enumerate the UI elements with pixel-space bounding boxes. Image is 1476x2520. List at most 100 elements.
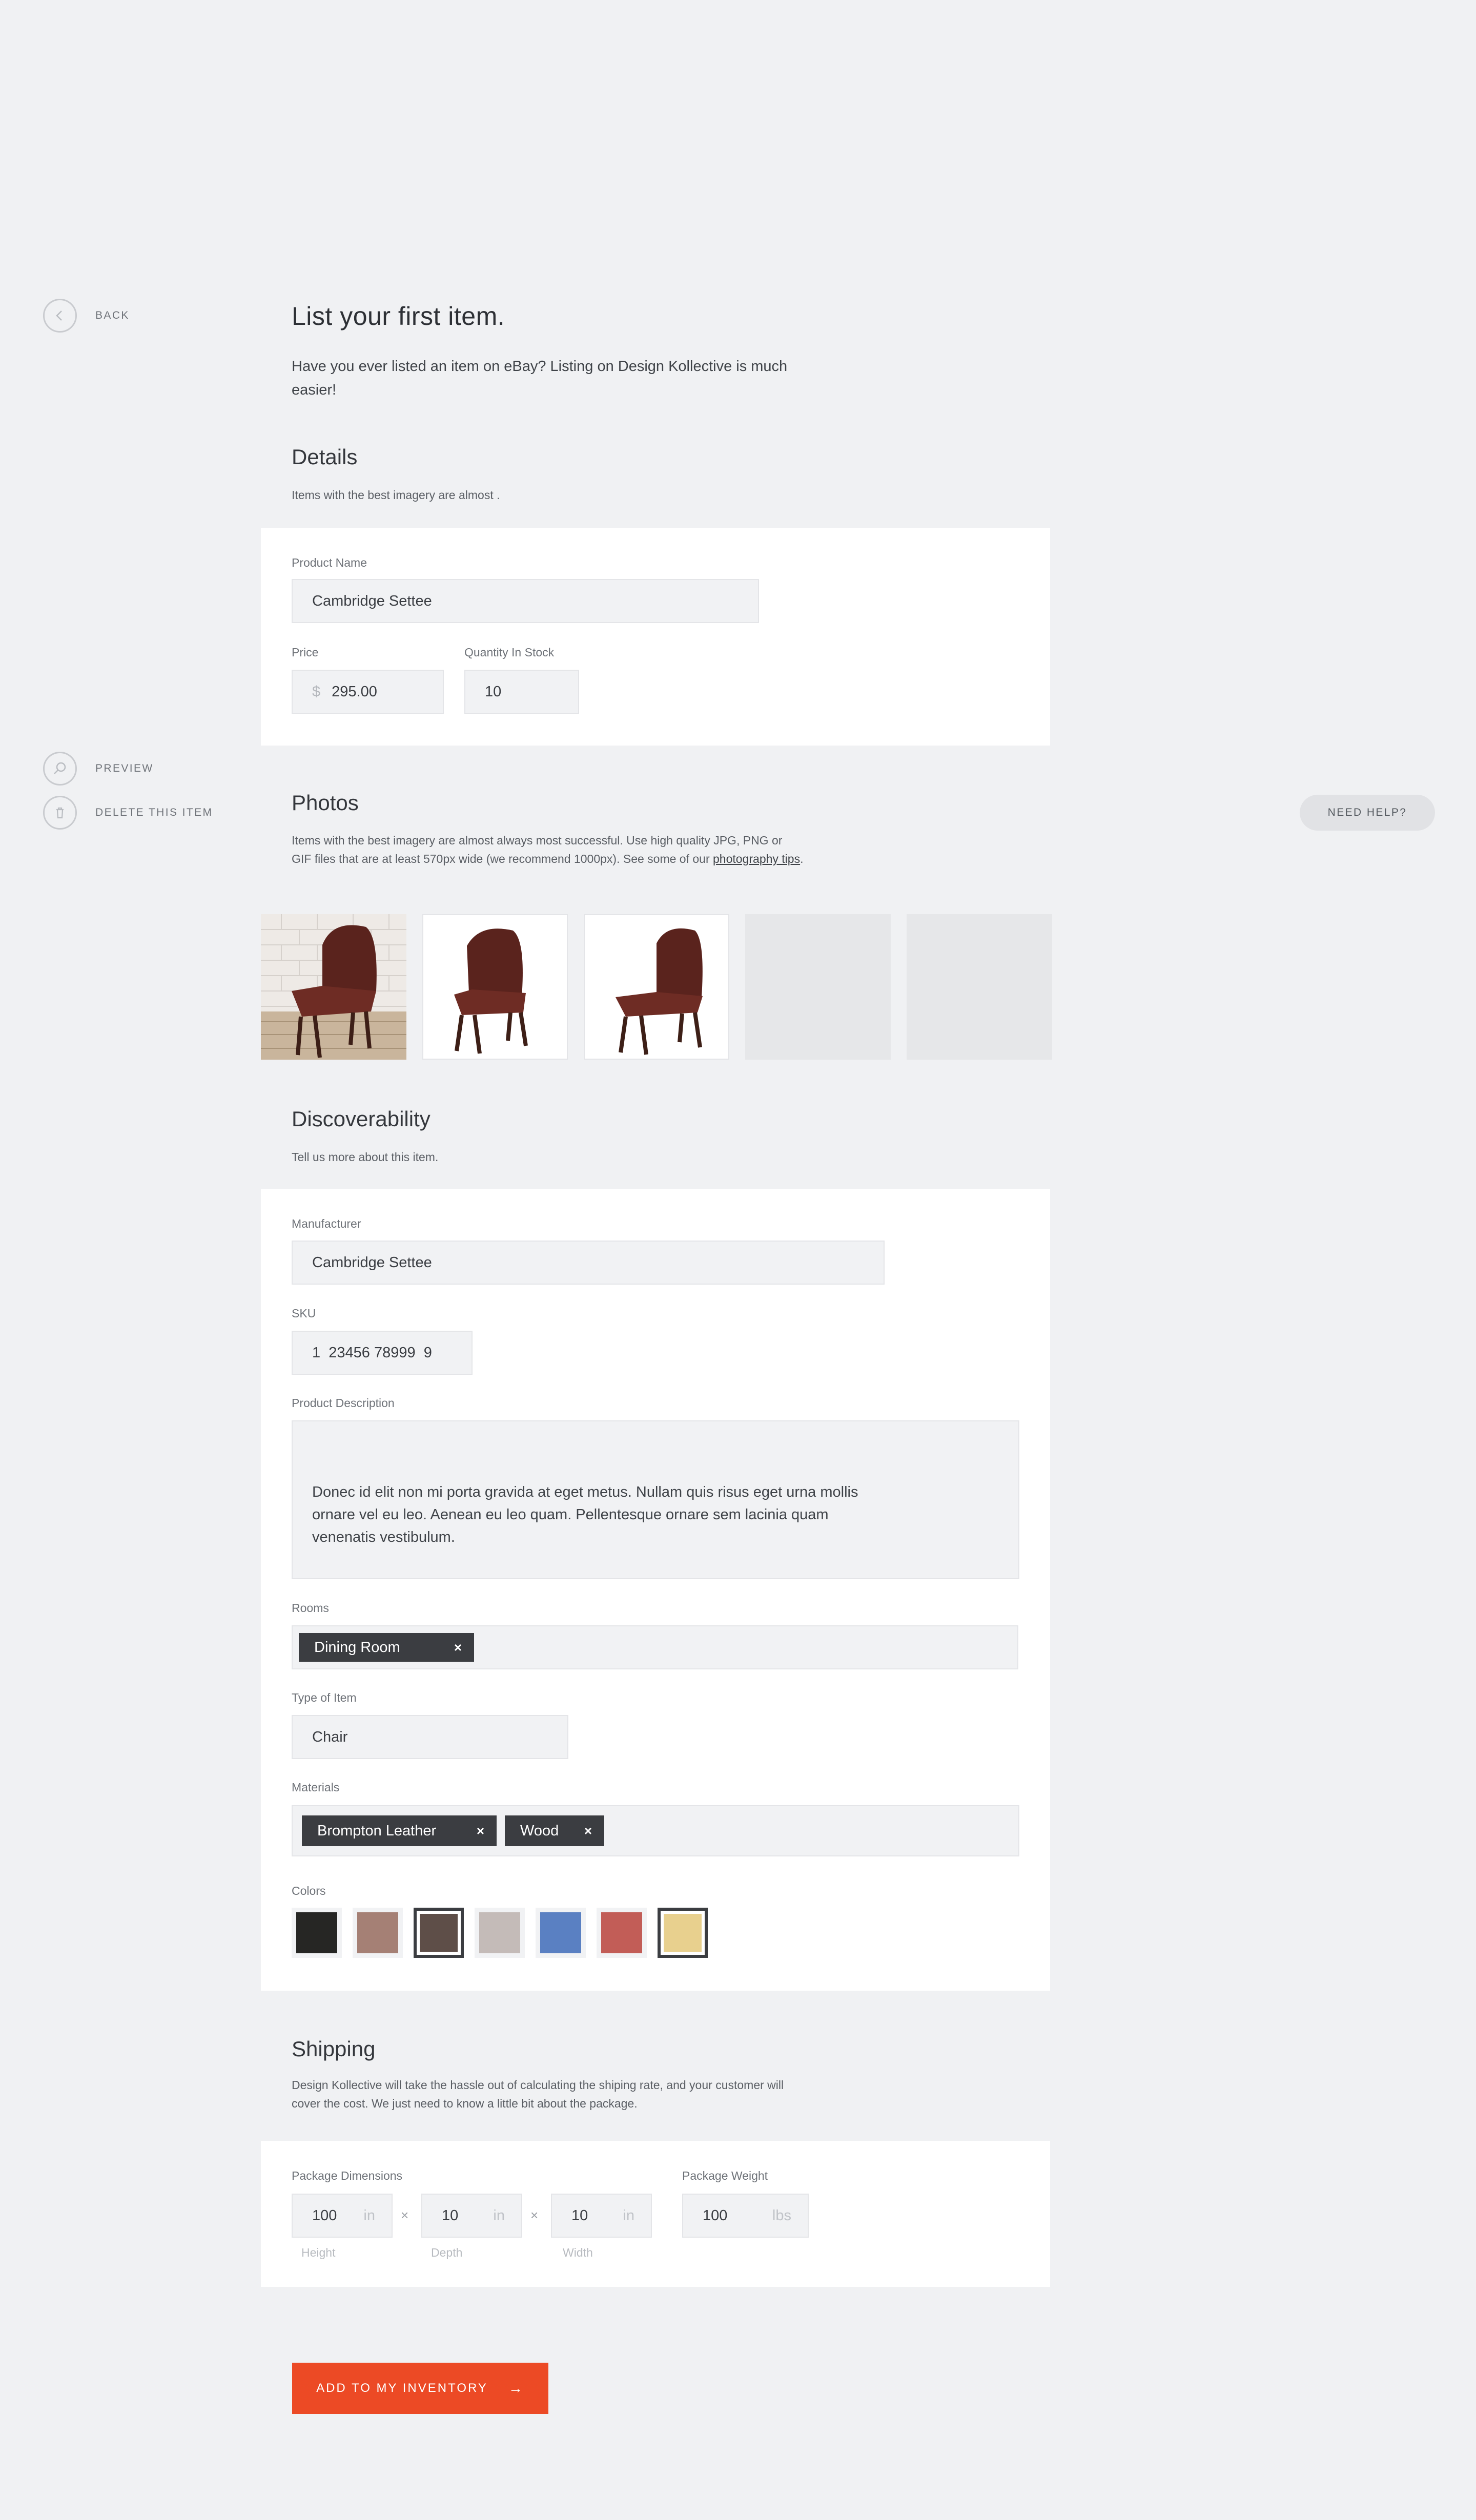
type-value: Chair bbox=[312, 1728, 348, 1745]
photo-thumb-3[interactable] bbox=[584, 914, 729, 1060]
remove-tag-icon[interactable]: × bbox=[572, 1823, 604, 1839]
colors-label: Colors bbox=[292, 1884, 326, 1897]
color-swatch[interactable] bbox=[475, 1908, 525, 1958]
preview-label: PREVIEW bbox=[95, 762, 154, 774]
photos-subtitle-end: . bbox=[800, 852, 804, 865]
manufacturer-label: Manufacturer bbox=[292, 1217, 361, 1230]
color-swatch[interactable] bbox=[353, 1908, 403, 1958]
color-swatch-fill bbox=[479, 1912, 520, 1953]
discoverability-panel: Manufacturer Cambridge Settee SKU 1 2345… bbox=[261, 1189, 1050, 1991]
details-subtitle: Items with the best imagery are almost . bbox=[292, 488, 500, 502]
delete-link[interactable]: DELETE THIS ITEM bbox=[43, 796, 213, 830]
type-input[interactable]: Chair bbox=[292, 1715, 568, 1759]
materials-tag-input[interactable]: Brompton Leather × Wood × bbox=[292, 1805, 1019, 1856]
description-label: Product Description bbox=[292, 1396, 395, 1410]
details-title: Details bbox=[292, 445, 358, 469]
times-icon: × bbox=[530, 2207, 539, 2223]
back-label: BACK bbox=[95, 309, 130, 321]
quantity-value: 10 bbox=[485, 683, 502, 700]
manufacturer-value: Cambridge Settee bbox=[312, 1254, 432, 1271]
weight-label: Package Weight bbox=[682, 2169, 768, 2182]
trash-icon bbox=[56, 807, 64, 819]
back-button[interactable] bbox=[43, 299, 77, 333]
quantity-input[interactable]: 10 bbox=[464, 670, 579, 714]
times-icon: × bbox=[401, 2207, 409, 2223]
depth-unit: in bbox=[493, 2207, 505, 2224]
color-swatch-fill bbox=[664, 1914, 702, 1952]
chair-photo-image bbox=[454, 928, 528, 1054]
description-value: Donec id elit non mi porta gravida at eg… bbox=[312, 1484, 863, 1545]
add-to-inventory-button[interactable]: ADD TO MY INVENTORY → bbox=[292, 2363, 548, 2414]
room-tag-label: Dining Room bbox=[314, 1639, 400, 1656]
depth-value: 10 bbox=[442, 2207, 459, 2224]
materials-label: Materials bbox=[292, 1781, 340, 1794]
photo-slot-empty-2[interactable] bbox=[907, 914, 1052, 1060]
color-swatch-fill bbox=[420, 1914, 458, 1952]
discoverability-subtitle: Tell us more about this item. bbox=[292, 1150, 439, 1164]
width-caption: Width bbox=[563, 2246, 593, 2259]
photo-thumb-1[interactable] bbox=[261, 914, 406, 1060]
quantity-label: Quantity In Stock bbox=[464, 646, 555, 659]
price-label: Price bbox=[292, 646, 319, 659]
back-link[interactable]: BACK bbox=[43, 299, 130, 333]
photos-subtitle-text: Items with the best imagery are almost a… bbox=[292, 834, 783, 865]
photo-thumb-2[interactable] bbox=[422, 914, 568, 1060]
width-value: 10 bbox=[571, 2207, 588, 2224]
depth-caption: Depth bbox=[431, 2246, 463, 2259]
intro-text: Have you ever listed an item on eBay? Li… bbox=[292, 358, 788, 398]
delete-button[interactable] bbox=[43, 796, 77, 830]
search-icon bbox=[54, 762, 66, 774]
dollar-prefix: $ bbox=[312, 683, 321, 700]
color-swatch[interactable] bbox=[292, 1908, 342, 1958]
color-swatch-fill bbox=[296, 1912, 337, 1953]
material-tag-brompton-leather: Brompton Leather × bbox=[302, 1815, 497, 1846]
room-tag-dining-room: Dining Room × bbox=[299, 1633, 474, 1662]
height-unit: in bbox=[363, 2207, 375, 2224]
manufacturer-input[interactable]: Cambridge Settee bbox=[292, 1241, 885, 1285]
sku-label: SKU bbox=[292, 1307, 316, 1320]
color-swatch[interactable] bbox=[658, 1908, 708, 1958]
product-name-input[interactable]: Cambridge Settee bbox=[292, 579, 759, 623]
sku-input[interactable]: 1 23456 78999 9 bbox=[292, 1331, 473, 1375]
color-swatch[interactable] bbox=[597, 1908, 647, 1958]
height-value: 100 bbox=[312, 2207, 337, 2224]
depth-input[interactable]: 10 in bbox=[421, 2194, 522, 2238]
shipping-title: Shipping bbox=[292, 2037, 376, 2061]
shipping-subtitle: Design Kollective will take the hassle o… bbox=[292, 2078, 784, 2110]
preview-link[interactable]: PREVIEW bbox=[43, 752, 154, 786]
price-value: 295.00 bbox=[332, 683, 377, 700]
remove-tag-icon[interactable]: × bbox=[442, 1640, 474, 1656]
discoverability-title: Discoverability bbox=[292, 1107, 430, 1131]
weight-input[interactable]: 100 lbs bbox=[682, 2194, 809, 2238]
material-tag-label: Brompton Leather bbox=[317, 1822, 437, 1839]
weight-value: 100 bbox=[703, 2207, 728, 2224]
photography-tips-link[interactable]: photography tips bbox=[713, 852, 800, 865]
page-title: List your first item. bbox=[292, 302, 505, 331]
width-input[interactable]: 10 in bbox=[551, 2194, 652, 2238]
remove-tag-icon[interactable]: × bbox=[464, 1823, 497, 1839]
dimensions-label: Package Dimensions bbox=[292, 2169, 403, 2182]
chair-photo-image bbox=[261, 914, 406, 1060]
shipping-panel: Package Dimensions 100 in × 10 in × 10 i… bbox=[261, 2141, 1050, 2287]
photos-subtitle: Items with the best imagery are almost a… bbox=[292, 831, 804, 868]
height-input[interactable]: 100 in bbox=[292, 2194, 393, 2238]
width-unit: in bbox=[623, 2207, 634, 2224]
sku-value: 1 23456 78999 9 bbox=[312, 1344, 432, 1361]
type-label: Type of Item bbox=[292, 1691, 357, 1704]
color-swatch-fill bbox=[601, 1912, 642, 1953]
photos-title: Photos bbox=[292, 791, 359, 815]
material-tag-wood: Wood × bbox=[505, 1815, 604, 1846]
add-to-inventory-label: ADD TO MY INVENTORY bbox=[316, 2381, 488, 2395]
description-textarea[interactable]: Donec id elit non mi porta gravida at eg… bbox=[292, 1420, 1019, 1579]
details-panel: Product Name Cambridge Settee Price $ 29… bbox=[261, 528, 1050, 746]
chair-photo-image bbox=[616, 928, 703, 1055]
need-help-button[interactable]: NEED HELP? bbox=[1300, 795, 1435, 831]
rooms-tag-input[interactable]: Dining Room × bbox=[292, 1625, 1018, 1669]
price-input[interactable]: $ 295.00 bbox=[292, 670, 444, 714]
color-swatch[interactable] bbox=[536, 1908, 586, 1958]
weight-unit: lbs bbox=[772, 2207, 791, 2224]
rooms-label: Rooms bbox=[292, 1601, 329, 1615]
photo-slot-empty-1[interactable] bbox=[745, 914, 891, 1060]
color-swatch[interactable] bbox=[414, 1908, 464, 1958]
preview-button[interactable] bbox=[43, 752, 77, 786]
